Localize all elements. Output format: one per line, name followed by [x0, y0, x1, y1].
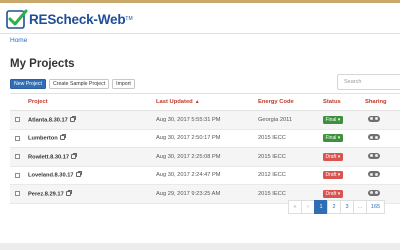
sharing-icon[interactable] — [368, 152, 380, 159]
project-name[interactable]: Perez.8.29.17 — [28, 191, 64, 197]
create-sample-project-button[interactable]: Create Sample Project — [48, 79, 110, 89]
energy-code-cell: 2012 IECC — [258, 166, 323, 185]
project-name-cell[interactable]: Atlanta.8.30.17 — [22, 110, 156, 130]
projects-table: Project Last Updated ▲ Energy Code Status… — [10, 93, 400, 204]
row-select-cell — [10, 129, 22, 148]
column-header-energy-code[interactable]: Energy Code — [258, 93, 323, 111]
copy-icon[interactable] — [75, 171, 82, 177]
row-checkbox[interactable] — [15, 154, 20, 160]
row-checkbox[interactable] — [15, 191, 20, 197]
sharing-icon[interactable] — [368, 115, 380, 122]
column-header-sharing: Sharing — [365, 93, 400, 111]
row-select-cell — [10, 110, 22, 130]
project-name[interactable]: Lumberton — [28, 136, 58, 142]
project-name-cell[interactable]: Loveland.8.30.17 — [22, 166, 156, 185]
sharing-cell — [365, 147, 400, 167]
search-input[interactable]: Search — [337, 74, 400, 90]
toolbar: New Project Create Sample Project Import — [10, 79, 135, 89]
pagination-prev-button[interactable]: ‹ — [301, 200, 315, 214]
table-row: Rowlett.8.30.17 Aug 30, 2017 2:25:08 PM … — [10, 147, 400, 167]
last-updated-cell: Aug 30, 2017 2:24:47 PM — [156, 166, 258, 185]
new-project-button[interactable]: New Project — [10, 79, 46, 89]
header-select-column — [10, 93, 22, 111]
project-name[interactable]: Rowlett.8.30.17 — [28, 154, 69, 160]
project-name-cell[interactable]: Lumberton — [22, 129, 156, 148]
energy-code-cell: 2015 IECC — [258, 129, 323, 148]
energy-code-cell: Georgia 2011 — [258, 110, 323, 130]
sharing-cell — [365, 110, 400, 130]
logo-trademark: TM — [125, 16, 133, 22]
status-cell: Final ▾ — [323, 129, 365, 148]
browser-top-strip — [0, 0, 400, 3]
copy-icon[interactable] — [71, 152, 78, 159]
project-name[interactable]: Atlanta.8.30.17 — [28, 117, 68, 123]
last-updated-cell: Aug 30, 2017 2:50:17 PM — [156, 129, 258, 148]
pagination-first-button[interactable]: « — [288, 200, 302, 214]
pagination-ellipsis: ... — [353, 200, 367, 214]
project-name-cell[interactable]: Rowlett.8.30.17 — [22, 147, 156, 167]
last-updated-cell: Aug 29, 2017 9:23:25 AM — [156, 184, 258, 204]
page-title: My Projects — [10, 58, 75, 70]
copy-icon[interactable] — [59, 134, 66, 140]
import-button[interactable]: Import — [112, 79, 135, 89]
pagination-page-2[interactable]: 2 — [327, 200, 341, 214]
energy-code-cell: 2015 IECC — [258, 147, 323, 167]
pagination-page-1[interactable]: 1 — [314, 200, 328, 214]
row-checkbox[interactable] — [15, 172, 20, 178]
copy-icon[interactable] — [69, 115, 76, 122]
table-row: Lumberton Aug 30, 2017 2:50:17 PM 2015 I… — [10, 129, 400, 148]
status-dropdown[interactable]: Draft ▾ — [323, 171, 343, 180]
project-name-cell[interactable]: Perez.8.29.17 — [22, 184, 156, 204]
sort-ascending-icon: ▲ — [194, 99, 200, 105]
status-cell: Draft ▾ — [323, 166, 365, 185]
sharing-icon[interactable] — [368, 134, 380, 141]
row-select-cell — [10, 184, 22, 204]
sharing-icon[interactable] — [368, 171, 380, 178]
sharing-cell — [365, 129, 400, 148]
row-select-cell — [10, 147, 22, 167]
pagination: « ‹ 1 2 3 ... 165 — [288, 200, 385, 214]
checkmark-logo-icon — [6, 9, 28, 29]
row-checkbox[interactable] — [15, 117, 20, 123]
table-row: Loveland.8.30.17 Aug 30, 2017 2:24:47 PM… — [10, 166, 400, 185]
copy-icon[interactable] — [65, 189, 72, 196]
column-header-last-updated-label: Last Updated — [156, 99, 193, 105]
row-select-cell — [10, 166, 22, 185]
project-name[interactable]: Loveland.8.30.17 — [28, 173, 74, 179]
table-header-row: Project Last Updated ▲ Energy Code Status… — [10, 93, 400, 111]
sharing-icon[interactable] — [368, 189, 380, 196]
breadcrumb-home-link[interactable]: Home — [10, 37, 27, 44]
table-row: Atlanta.8.30.17 Aug 30, 2017 5:55:31 PM … — [10, 110, 400, 130]
status-dropdown[interactable]: Final ▾ — [323, 115, 343, 124]
sharing-cell — [365, 166, 400, 185]
footer-band — [0, 243, 400, 250]
app-logo[interactable]: REScheck-Web TM — [6, 8, 133, 30]
row-checkbox[interactable] — [15, 135, 20, 141]
status-dropdown[interactable]: Draft ▾ — [323, 152, 343, 161]
status-dropdown[interactable]: Final ▾ — [323, 134, 343, 143]
status-cell: Final ▾ — [323, 110, 365, 130]
pagination-last-page[interactable]: 165 — [366, 200, 385, 214]
column-header-status[interactable]: Status — [323, 93, 365, 111]
column-header-project[interactable]: Project — [22, 93, 156, 111]
status-cell: Draft ▾ — [323, 147, 365, 167]
header-divider — [0, 33, 400, 34]
status-dropdown[interactable]: Draft ▾ — [323, 189, 343, 198]
last-updated-cell: Aug 30, 2017 2:25:08 PM — [156, 147, 258, 167]
logo-text: REScheck-Web — [29, 11, 126, 27]
pagination-page-3[interactable]: 3 — [340, 200, 354, 214]
column-header-last-updated[interactable]: Last Updated ▲ — [156, 93, 258, 111]
last-updated-cell: Aug 30, 2017 5:55:31 PM — [156, 110, 258, 130]
